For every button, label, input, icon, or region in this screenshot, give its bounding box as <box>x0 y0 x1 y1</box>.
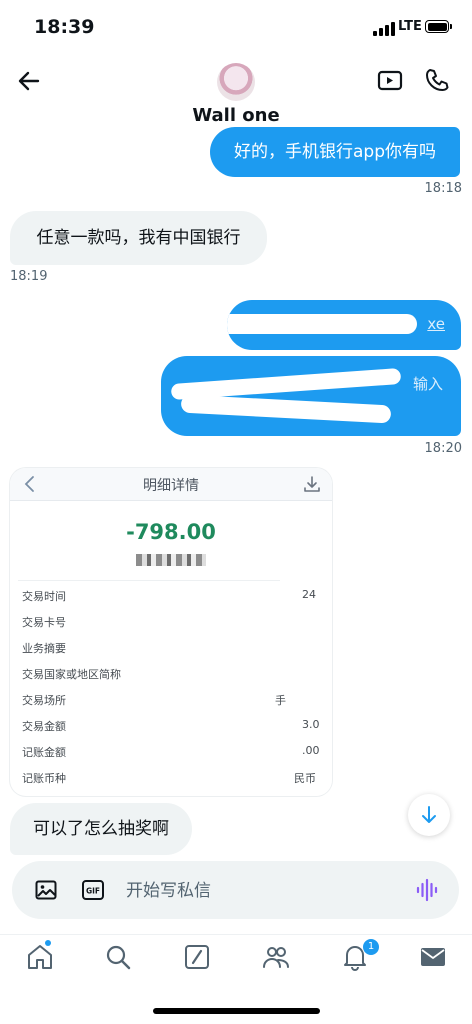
home-icon[interactable] <box>25 942 55 972</box>
receipt-image[interactable]: 明细详情 -798.00 交易时间 交易卡号 业务摘要 交易国家或地区简称 交易… <box>10 468 332 796</box>
image-icon[interactable] <box>34 878 58 902</box>
row-label: 交易金额 <box>22 720 66 733</box>
receipt-header: 明细详情 <box>10 468 332 501</box>
messages-icon[interactable] <box>418 942 448 972</box>
chat-name[interactable]: Wall one <box>0 105 472 126</box>
transaction-amount: -798.00 <box>126 520 216 544</box>
message-input[interactable] <box>124 868 398 914</box>
message-time: 18:19 <box>10 269 48 284</box>
message-time: 18:18 <box>424 181 462 196</box>
communities-icon[interactable] <box>261 942 291 972</box>
outgoing-message[interactable]: 好的，手机银行app你有吗 <box>210 127 460 177</box>
row-value: 24 <box>302 588 316 601</box>
outgoing-message[interactable]: 输入 <box>161 356 461 436</box>
gif-label: GIF <box>86 887 100 896</box>
incoming-message[interactable]: 任意一款吗，我有中国银行 <box>10 211 267 265</box>
row-label: 记账币种 <box>22 772 66 785</box>
divider <box>18 580 324 581</box>
row-label: 交易国家或地区简称 <box>22 668 121 681</box>
status-time: 18:39 <box>34 16 95 38</box>
signal-icon <box>373 22 395 36</box>
message-fragment: 输入 <box>412 375 443 393</box>
voice-message-icon[interactable] <box>414 877 440 903</box>
row-value: 手 <box>275 694 286 707</box>
home-indicator <box>153 1008 320 1014</box>
message-time: 18:20 <box>424 441 462 456</box>
row-value: 3.0 <box>302 718 320 731</box>
gif-icon[interactable]: GIF <box>81 878 105 902</box>
notification-badge: 1 <box>362 938 380 956</box>
video-call-icon[interactable] <box>376 66 404 94</box>
scroll-down-icon[interactable] <box>408 794 450 836</box>
message-fragment: xe <box>427 315 445 333</box>
row-label: 业务摘要 <box>22 642 66 655</box>
row-value: .00 <box>302 744 320 757</box>
row-label: 交易卡号 <box>22 616 66 629</box>
row-label: 交易时间 <box>22 590 66 603</box>
download-icon <box>304 476 320 492</box>
network-label: LTE <box>398 19 422 34</box>
phone-icon[interactable] <box>423 66 451 94</box>
row-label: 记账金额 <box>22 746 66 759</box>
redaction-scribble <box>180 394 392 424</box>
pixelated-text <box>136 554 206 566</box>
back-arrow-icon[interactable] <box>14 66 44 96</box>
receipt-title: 明细详情 <box>143 478 199 494</box>
outgoing-message[interactable]: xe <box>227 300 461 350</box>
row-label: 交易场所 <box>22 694 66 707</box>
grok-icon[interactable] <box>182 942 212 972</box>
avatar[interactable] <box>217 63 255 101</box>
home-unread-dot <box>45 940 51 946</box>
row-value: 民币 <box>294 772 316 785</box>
incoming-message[interactable]: 可以了怎么抽奖啊 <box>10 803 192 855</box>
redaction-scribble <box>227 314 417 334</box>
divider <box>0 934 472 935</box>
search-icon[interactable] <box>103 942 133 972</box>
battery-icon <box>425 20 452 33</box>
